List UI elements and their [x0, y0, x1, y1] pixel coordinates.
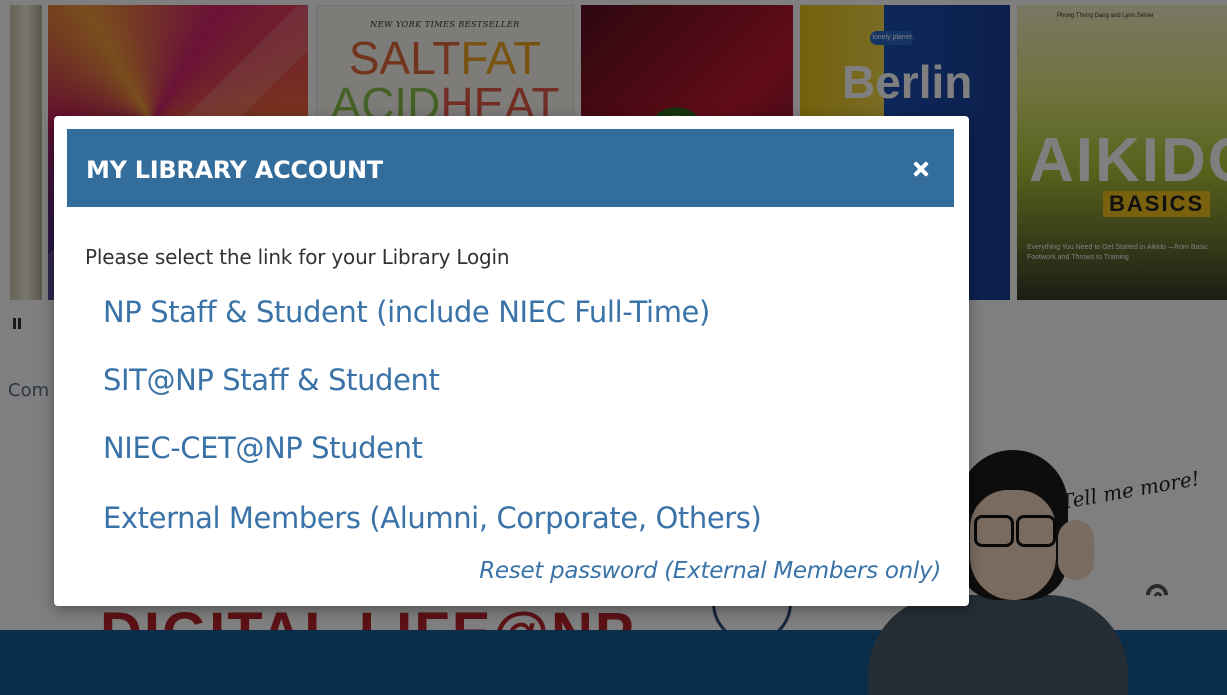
- niec-cet-np-student-link[interactable]: NIEC-CET@NP Student: [103, 431, 423, 465]
- modal-header: MY LIBRARY ACCOUNT: [67, 129, 954, 207]
- reset-password-link[interactable]: Reset password (External Members only): [479, 558, 941, 584]
- login-instruction: Please select the link for your Library …: [85, 245, 510, 269]
- external-members-link[interactable]: External Members (Alumni, Corporate, Oth…: [103, 501, 762, 535]
- np-staff-student-link[interactable]: NP Staff & Student (include NIEC Full-Ti…: [103, 295, 710, 329]
- modal-title: MY LIBRARY ACCOUNT: [86, 156, 383, 184]
- close-icon[interactable]: [911, 159, 931, 179]
- library-account-modal: MY LIBRARY ACCOUNT Please select the lin…: [54, 116, 969, 606]
- modal-body: Please select the link for your Library …: [54, 207, 969, 606]
- sit-np-staff-student-link[interactable]: SIT@NP Staff & Student: [103, 363, 440, 397]
